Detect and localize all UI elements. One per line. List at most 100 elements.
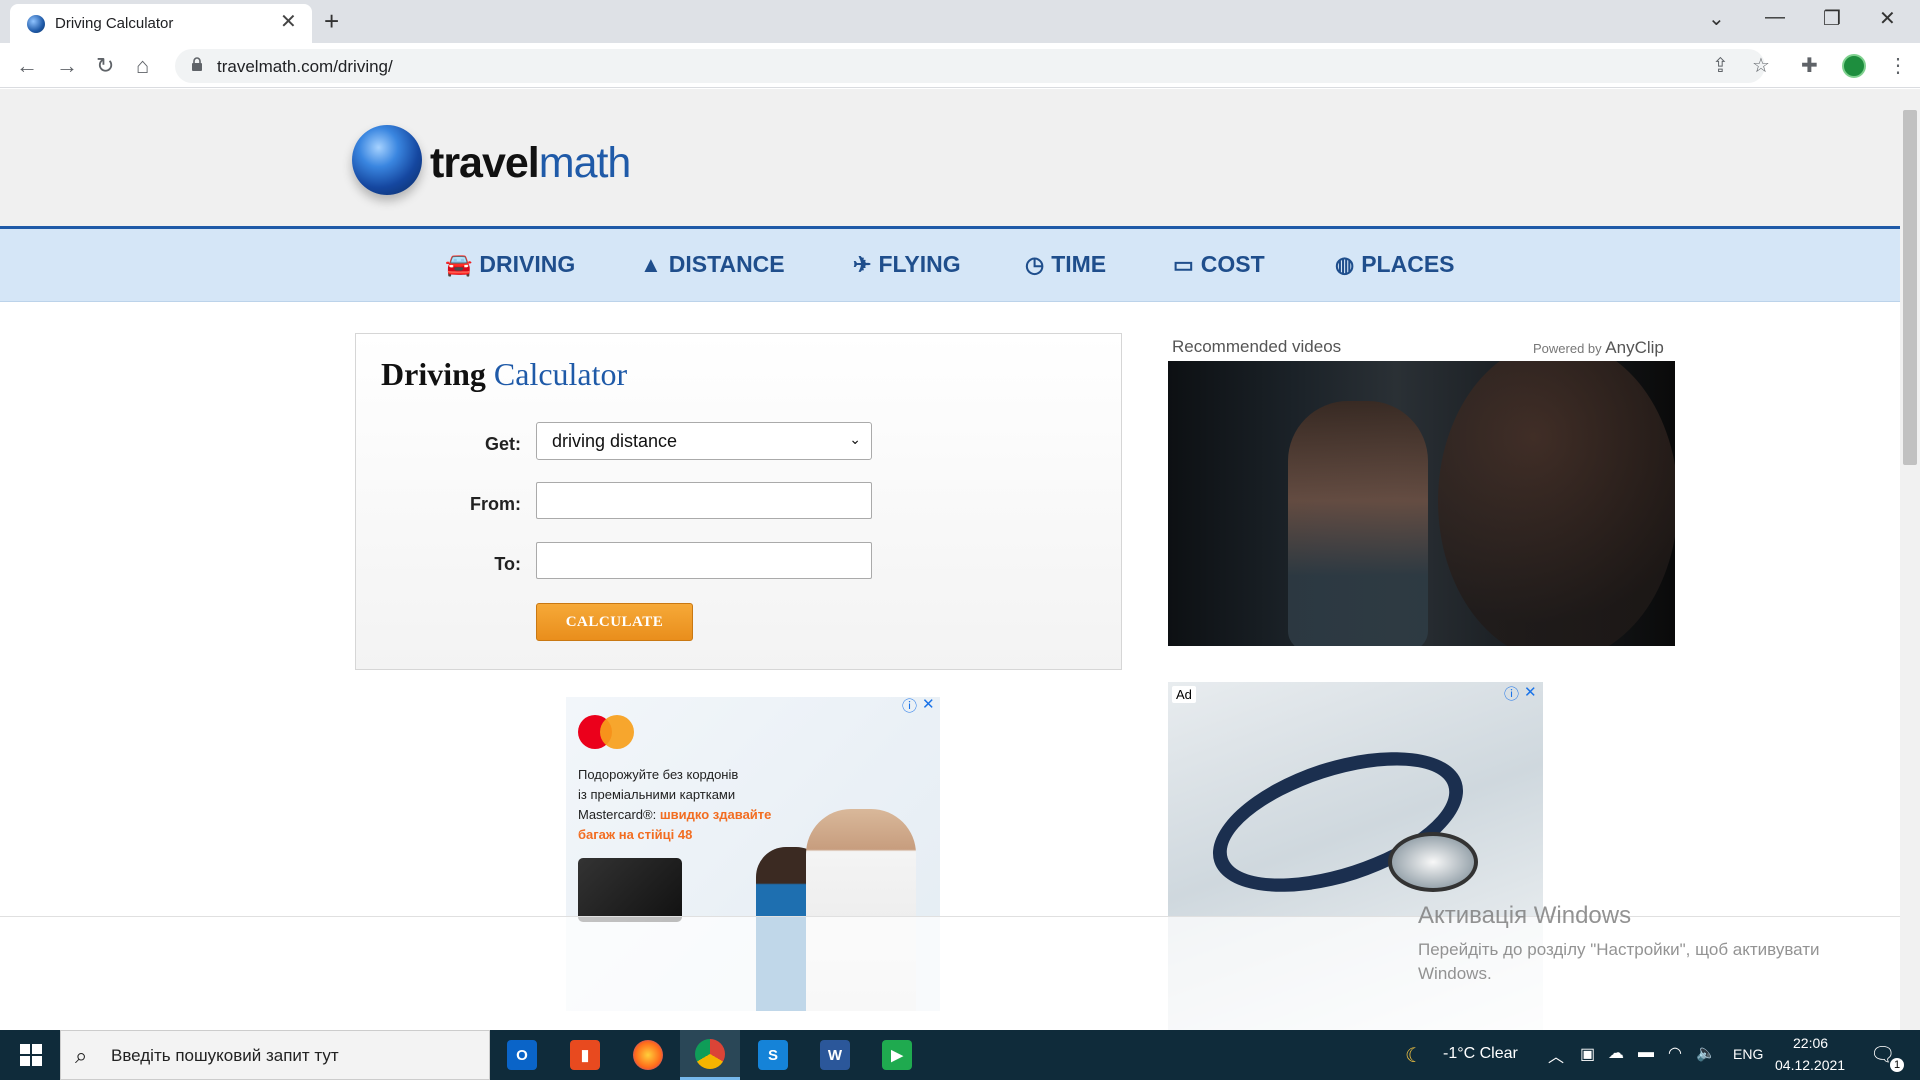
office-icon: ▮: [570, 1040, 600, 1070]
weather-text[interactable]: -1°C Clear: [1443, 1045, 1518, 1063]
ad-close-icon[interactable]: ✕: [922, 695, 935, 713]
volume-icon[interactable]: 🔈: [1696, 1043, 1716, 1063]
ad-highlight: швидко здавайте: [659, 807, 772, 822]
search-icon: ⌕: [75, 1043, 88, 1068]
tab-title: Driving Calculator: [55, 15, 174, 32]
reload-icon[interactable]: ↻: [96, 53, 114, 79]
credit-card-image: [578, 858, 682, 922]
credit-card-icon: ▭: [1173, 251, 1194, 277]
language-indicator[interactable]: ENG: [1733, 1046, 1763, 1062]
title-driving: Driving: [381, 356, 486, 392]
from-input[interactable]: [536, 482, 872, 519]
clock-icon: ◷: [1025, 251, 1045, 277]
nav-places[interactable]: ◍ PLACES: [1335, 251, 1455, 278]
calculate-button[interactable]: CALCULATE: [536, 603, 693, 641]
nav-driving[interactable]: 🚘 DRIVING: [445, 251, 575, 278]
nav-label: DISTANCE: [668, 251, 785, 277]
media-player-icon: ▶: [882, 1040, 912, 1070]
scrollbar-thumb[interactable]: [1903, 110, 1917, 465]
nav-label: PLACES: [1361, 251, 1455, 277]
nav-time[interactable]: ◷ TIME: [1025, 251, 1106, 278]
word-icon: W: [820, 1040, 850, 1070]
window-close-icon[interactable]: ✕: [1879, 6, 1896, 31]
activation-text: Перейдіть до розділу "Настройки", щоб ак…: [1418, 940, 1820, 959]
video-frame-figure: [1288, 401, 1428, 646]
media-app[interactable]: ▶: [867, 1030, 927, 1080]
road-icon: ▲: [640, 251, 662, 277]
show-hidden-icons-chevron-icon[interactable]: ︿: [1548, 1043, 1564, 1067]
to-input[interactable]: [536, 542, 872, 579]
share-icon[interactable]: ⇪: [1712, 53, 1729, 78]
calculator-title: Driving Calculator: [381, 356, 627, 393]
onedrive-cloud-icon[interactable]: ☁: [1608, 1043, 1624, 1063]
windows-activation-watermark: Активація Windows Перейдіть до розділу "…: [1418, 902, 1820, 986]
firefox-icon: [633, 1040, 663, 1070]
wifi-icon[interactable]: ◠: [1668, 1043, 1682, 1063]
globe-icon: ◍: [1335, 251, 1355, 277]
site-logo[interactable]: travelmath: [430, 139, 631, 188]
ad-close-icon-2[interactable]: ✕: [1524, 683, 1537, 701]
nav-cost[interactable]: ▭ COST: [1173, 251, 1265, 278]
anyclip-brand[interactable]: AnyClip: [1605, 338, 1664, 357]
mastercard-logo-icon-2: [600, 715, 634, 749]
battery-icon[interactable]: ▬: [1638, 1044, 1654, 1062]
forward-icon[interactable]: →: [56, 53, 78, 79]
bookmark-star-icon[interactable]: ☆: [1752, 53, 1770, 78]
chevron-down-icon: ⌄: [849, 431, 861, 447]
main-nav: 🚘 DRIVING ▲ DISTANCE ✈ FLYING ◷ TIME ▭ COST ◍…: [0, 229, 1900, 302]
title-calculator: Calculator: [493, 356, 628, 392]
taskbar-search[interactable]: ⌕ Введіть пошуковий запит тут: [60, 1030, 490, 1080]
ad-info-icon[interactable]: ⓘ: [902, 695, 917, 716]
restore-icon[interactable]: ❐: [1823, 6, 1841, 31]
ad-line: Mastercard®:: [578, 807, 657, 822]
activation-text-2: Windows.: [1418, 964, 1492, 983]
tab-search-chevron-icon[interactable]: ⌄: [1708, 6, 1725, 31]
moon-weather-icon[interactable]: ☾: [1405, 1043, 1423, 1068]
to-label: To:: [494, 554, 521, 574]
tab-strip: Driving Calculator ✕ + ⌄ — ❐ ✕: [0, 0, 1920, 43]
windows-taskbar: ⌕ Введіть пошуковий запит тут O ▮ S W ▶ …: [0, 1030, 1920, 1080]
chrome-app[interactable]: [680, 1030, 740, 1080]
new-tab-icon[interactable]: +: [324, 6, 339, 37]
meet-now-icon[interactable]: ▣: [1580, 1044, 1595, 1064]
nav-label: DRIVING: [479, 251, 576, 277]
plane-icon: ✈: [853, 251, 872, 277]
windows-start-icon[interactable]: [20, 1044, 42, 1066]
back-icon[interactable]: ←: [16, 53, 38, 79]
browser-tab[interactable]: Driving Calculator ✕: [10, 4, 312, 43]
minimize-icon[interactable]: —: [1765, 6, 1785, 29]
get-label: Get:: [485, 434, 521, 454]
web-page: travelmath 🚘 DRIVING ▲ DISTANCE ✈ FLYING ◷ T…: [0, 89, 1900, 1030]
clock-time[interactable]: 22:06: [1793, 1035, 1828, 1051]
lock-icon: [192, 57, 202, 71]
s-app-icon: S: [758, 1040, 788, 1070]
firefox-app[interactable]: [618, 1030, 678, 1080]
extensions-icon[interactable]: ✚: [1801, 53, 1818, 78]
word-app[interactable]: W: [805, 1030, 865, 1080]
home-icon[interactable]: ⌂: [136, 53, 149, 79]
driving-calculator-form: Driving Calculator Get: driving distance…: [355, 333, 1122, 670]
address-bar[interactable]: travelmath.com/driving/: [175, 49, 1765, 83]
s-app[interactable]: S: [743, 1030, 803, 1080]
menu-kebab-icon[interactable]: ⋮: [1888, 53, 1908, 78]
nav-label: TIME: [1051, 251, 1107, 277]
travelmath-globe-logo-icon[interactable]: [352, 125, 422, 195]
nav-flying[interactable]: ✈ FLYING: [853, 251, 961, 278]
get-selected-value: driving distance: [552, 431, 678, 451]
video-player[interactable]: [1168, 361, 1675, 646]
nav-label: COST: [1200, 251, 1265, 277]
clock-date[interactable]: 04.12.2021: [1775, 1057, 1845, 1073]
ad-highlight: багаж на стійці 48: [578, 827, 693, 842]
tab-close-icon[interactable]: ✕: [280, 11, 297, 33]
outlook-app[interactable]: O: [492, 1030, 552, 1080]
ad-info-icon-2[interactable]: ⓘ: [1504, 683, 1519, 704]
chrome-icon: [695, 1038, 725, 1069]
travelmath-favicon-icon: [27, 15, 45, 33]
ad-text: Подорожуйте без кордонів із преміальними…: [578, 765, 788, 845]
nav-distance[interactable]: ▲ DISTANCE: [640, 251, 785, 278]
stethoscope-chest-piece: [1388, 832, 1478, 892]
office-app[interactable]: ▮: [555, 1030, 615, 1080]
outlook-icon: O: [507, 1040, 537, 1070]
profile-avatar[interactable]: [1842, 54, 1866, 78]
get-select[interactable]: driving distance ⌄: [536, 422, 872, 460]
